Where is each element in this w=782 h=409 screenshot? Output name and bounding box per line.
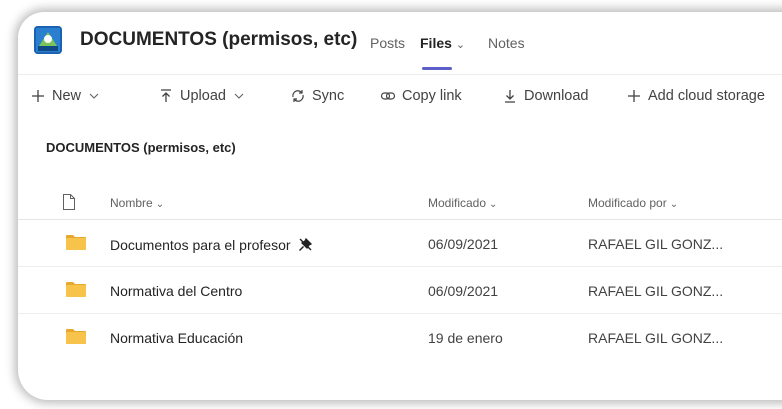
upload-button[interactable]: Upload (158, 88, 244, 104)
new-label: New (52, 88, 82, 104)
sync-button[interactable]: Sync (290, 88, 344, 104)
column-header-name-label: Nombre (110, 196, 153, 210)
chevron-down-icon: ⌄ (455, 39, 466, 51)
chevron-down-icon (234, 93, 244, 99)
modified-by-cell: RAFAEL GIL GONZ... (588, 283, 724, 299)
chevron-down-icon: ⌄ (669, 199, 679, 210)
channel-title: DOCUMENTOS (permisos, etc) (80, 29, 358, 50)
team-logo-icon[interactable] (34, 26, 62, 54)
file-name-cell[interactable]: Documentos para el profesor (110, 236, 314, 253)
download-label: Download (524, 88, 589, 104)
chevron-down-icon (89, 93, 99, 99)
modified-by-cell: RAFAEL GIL GONZ... (588, 330, 724, 346)
tab-files[interactable]: Files ⌄ (420, 35, 465, 51)
add-cloud-storage-button[interactable]: Add cloud storage (626, 88, 765, 104)
column-header-modified-by-label: Modificado por (588, 196, 667, 210)
command-bar: New Upload Sync Copy link Download Add c… (18, 74, 782, 118)
folder-icon (66, 329, 86, 344)
tab-files-label: Files (420, 35, 452, 51)
download-button[interactable]: Download (502, 88, 589, 104)
upload-label: Upload (180, 88, 226, 104)
table-row[interactable]: Normativa Educación 19 de enero RAFAEL G… (18, 314, 782, 361)
upload-icon (161, 89, 171, 102)
file-name-cell[interactable]: Normativa del Centro (110, 283, 242, 299)
file-name-cell[interactable]: Normativa Educación (110, 330, 243, 346)
pin-off-icon[interactable] (297, 236, 314, 253)
files-panel: DOCUMENTOS (permisos, etc) Posts Files ⌄ … (18, 12, 782, 400)
sync-label: Sync (312, 88, 345, 104)
sync-icon (292, 90, 304, 102)
plus-icon (32, 90, 44, 102)
modified-cell: 06/09/2021 (428, 236, 499, 252)
table-row[interactable]: Normativa del Centro 06/09/2021 RAFAEL G… (18, 267, 782, 314)
file-name: Normativa Educación (110, 330, 244, 346)
chevron-down-icon: ⌄ (155, 199, 165, 210)
plus-icon (628, 90, 640, 102)
file-name: Documentos para el profesor (110, 236, 291, 253)
folder-icon (66, 282, 86, 297)
download-icon (505, 90, 515, 103)
column-header-modified-label: Modificado (428, 196, 487, 210)
copy-link-button[interactable]: Copy link (380, 88, 462, 104)
breadcrumb[interactable]: DOCUMENTOS (permisos, etc) (46, 140, 236, 155)
file-name: Normativa del Centro (110, 283, 243, 299)
active-tab-indicator (422, 67, 452, 70)
modified-cell: 06/09/2021 (428, 283, 499, 299)
table-row[interactable]: Documentos para el profesor 06/09/2021 R… (18, 220, 782, 267)
file-list-header: Nombre ⌄ Modificado ⌄ Modificado por ⌄ (18, 188, 782, 220)
file-type-icon[interactable] (62, 193, 76, 211)
link-icon (380, 92, 396, 100)
add-cloud-storage-label: Add cloud storage (648, 88, 765, 104)
folder-icon (66, 235, 86, 250)
copy-link-label: Copy link (402, 88, 462, 104)
column-header-modified[interactable]: Modificado ⌄ (428, 196, 497, 210)
channel-header: DOCUMENTOS (permisos, etc) Posts Files ⌄ … (18, 12, 782, 72)
column-header-modified-by[interactable]: Modificado por ⌄ (588, 196, 678, 210)
modified-by-cell: RAFAEL GIL GONZ... (588, 236, 724, 252)
modified-cell: 19 de enero (428, 330, 503, 346)
chevron-down-icon: ⌄ (489, 199, 498, 210)
new-button[interactable]: New (30, 88, 99, 104)
tab-notes[interactable]: Notes (488, 35, 525, 51)
column-header-name[interactable]: Nombre ⌄ (110, 196, 164, 210)
tab-posts[interactable]: Posts (370, 35, 405, 51)
